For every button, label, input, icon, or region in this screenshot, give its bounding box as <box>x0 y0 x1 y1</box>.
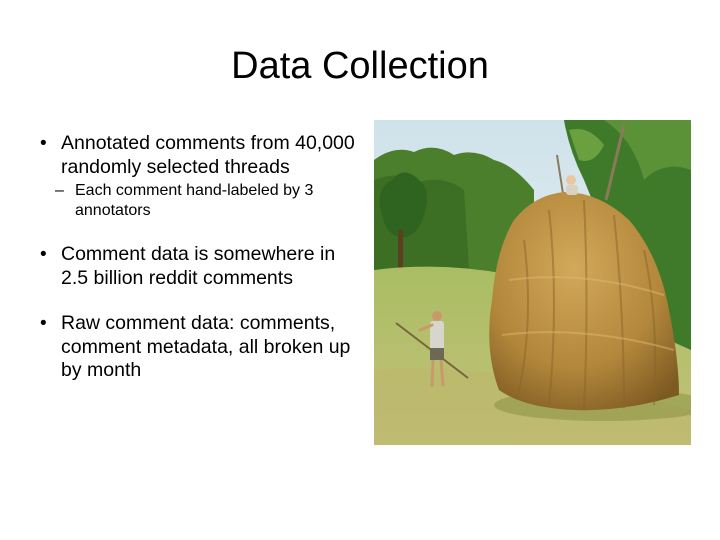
bullet-item: • Comment data is somewhere in 2.5 billi… <box>40 243 358 290</box>
bullet-item: • Raw comment data: comments, comment me… <box>40 312 358 383</box>
slide: Data Collection • Annotated comments fro… <box>0 0 720 540</box>
bullet-text: Comment data is somewhere in 2.5 billion… <box>61 243 336 289</box>
sub-bullet-text: Each comment hand-labeled by 3 annotator… <box>75 182 314 219</box>
sub-bullet-marker: – <box>55 182 64 199</box>
person-with-rake <box>432 311 442 321</box>
sub-bullet-item: – Each comment hand-labeled by 3 annotat… <box>55 181 358 221</box>
person-on-top <box>566 175 576 185</box>
sub-bullet-list: – Each comment hand-labeled by 3 annotat… <box>55 181 358 221</box>
bullet-text: Raw comment data: comments, comment meta… <box>61 312 351 381</box>
bullet-marker: • <box>40 133 47 154</box>
haystack-photo <box>374 120 691 445</box>
slide-title: Data Collection <box>231 45 489 87</box>
bullet-marker: • <box>40 313 47 334</box>
bullet-item: • Annotated comments from 40,000 randoml… <box>40 132 358 221</box>
bullet-marker: • <box>40 244 47 265</box>
bullet-list: • Annotated comments from 40,000 randoml… <box>40 132 358 383</box>
bullet-text: Annotated comments from 40,000 randomly … <box>61 132 355 178</box>
